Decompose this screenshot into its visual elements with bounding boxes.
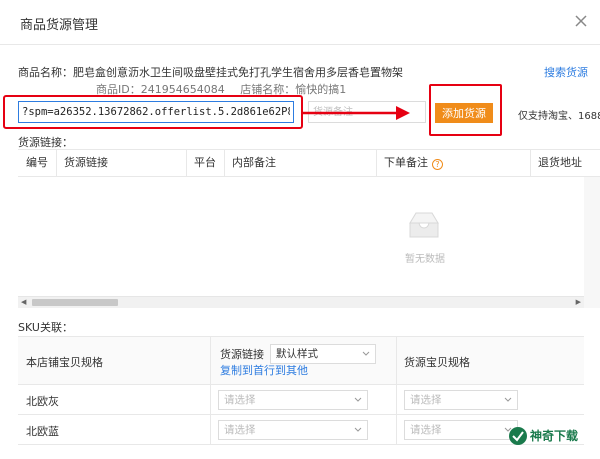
sku-section-title: SKU关联： <box>18 321 73 334</box>
source-url-input[interactable] <box>18 101 294 123</box>
copy-first-row-link[interactable]: 复制到首行到其他 <box>220 362 308 378</box>
vertical-scrollbar[interactable] <box>584 177 600 308</box>
source-select-value: 请选择 <box>224 424 256 436</box>
sku-table: 本店铺宝贝规格 货源链接 默认样式 复制到首行到其他 货源宝贝规格 北欧灰 请选… <box>18 336 584 445</box>
chevron-down-icon <box>354 427 362 432</box>
col-order-note: 下单备注? <box>376 150 443 176</box>
scroll-left-icon[interactable]: ◀ <box>21 298 26 306</box>
chevron-down-icon <box>362 351 370 356</box>
dialog-title: 商品货源管理 <box>20 18 99 33</box>
source-spec-select[interactable]: 请选择 <box>404 420 518 440</box>
support-text: 仅支持淘宝、1688 <box>518 111 600 122</box>
scroll-right-icon[interactable]: ▶ <box>576 298 581 306</box>
source-grid-body <box>18 177 584 297</box>
product-name: 商品名称：肥皂盒创意沥水卫生间吸盘壁挂式免打孔学生宿舍用多层香皂置物架 <box>18 66 403 79</box>
watermark-text: 神奇下载 <box>530 429 579 443</box>
sku-spec: 北欧灰 <box>26 395 59 408</box>
source-spec-select[interactable]: 请选择 <box>404 390 518 410</box>
red-arrow-icon <box>302 106 410 120</box>
chevron-down-icon <box>354 397 362 402</box>
col-return-address: 退货地址 <box>538 156 582 169</box>
source-select[interactable]: 请选择 <box>218 390 368 410</box>
col-order-note-label: 下单备注 <box>384 156 428 169</box>
source-select-value: 请选择 <box>224 394 256 406</box>
scroll-thumb[interactable] <box>32 299 118 306</box>
add-source-button[interactable]: 添加货源 <box>435 103 493 123</box>
col-platform: 平台 <box>194 156 216 169</box>
col-number: 编号 <box>26 156 48 169</box>
style-select[interactable]: 默认样式 <box>270 344 376 364</box>
horizontal-scrollbar[interactable]: ◀ ▶ <box>18 296 584 308</box>
sku-col-source-link: 货源链接 <box>220 348 264 361</box>
style-select-value: 默认样式 <box>276 348 318 360</box>
search-source-link[interactable]: 搜索货源 <box>544 64 588 80</box>
source-grid-header: 编号 货源链接 平台 内部备注 下单备注? 退货地址 <box>18 149 600 177</box>
close-icon[interactable] <box>572 12 590 30</box>
sku-spec: 北欧蓝 <box>26 425 59 438</box>
chevron-down-icon <box>504 397 512 402</box>
dialog-header: 商品货源管理 <box>0 0 600 45</box>
help-icon[interactable]: ? <box>432 159 443 170</box>
col-internal-note: 内部备注 <box>232 156 276 169</box>
source-select[interactable]: 请选择 <box>218 420 368 440</box>
empty-data-text: 暂无数据 <box>405 254 445 265</box>
table-row: 北欧蓝 请选择 请选择 <box>18 415 584 445</box>
source-spec-select-value: 请选择 <box>410 394 442 406</box>
source-spec-select-value: 请选择 <box>410 424 442 436</box>
sku-col-source-spec: 货源宝贝规格 <box>404 356 470 369</box>
table-row: 北欧灰 请选择 请选择 <box>18 385 584 415</box>
source-links-title: 货源链接： <box>18 136 73 149</box>
sku-header-row: 本店铺宝贝规格 货源链接 默认样式 复制到首行到其他 货源宝贝规格 <box>18 337 584 385</box>
col-source-link: 货源链接 <box>64 156 108 169</box>
inbox-icon <box>409 212 439 238</box>
sku-col-own-spec: 本店铺宝贝规格 <box>26 356 103 369</box>
